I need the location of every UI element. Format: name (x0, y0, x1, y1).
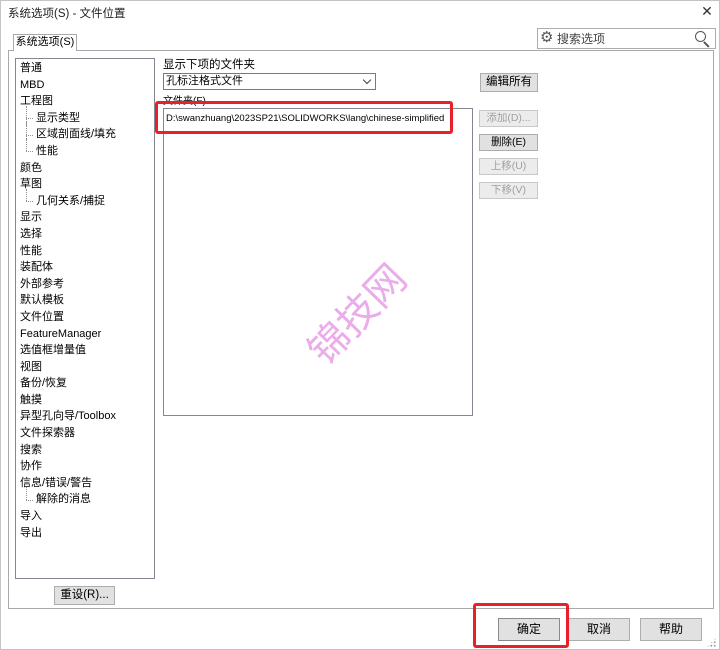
tree-item-import[interactable]: 导入 (16, 508, 154, 525)
tree-item-drawings[interactable]: 工程图 (16, 93, 154, 110)
show-folders-label: 显示下项的文件夹 (163, 59, 255, 71)
tree-item-file-explorer[interactable]: 文件探索器 (16, 425, 154, 442)
folder-path-entry[interactable]: D:\swanzhuang\2023SP21\SOLIDWORKS\lang\c… (166, 112, 444, 125)
help-button[interactable]: 帮助 (640, 618, 702, 641)
folder-type-select[interactable]: 孔标注格式文件 (163, 73, 376, 90)
folders-list-label: 文件夹(F) (163, 96, 206, 107)
gear-icon[interactable]: ⚙ (540, 28, 553, 48)
tree-item-collaboration[interactable]: 协作 (16, 458, 154, 475)
folders-list[interactable]: D:\swanzhuang\2023SP21\SOLIDWORKS\lang\c… (163, 108, 473, 416)
chevron-down-icon (362, 75, 372, 85)
tree-item-search[interactable]: 搜索 (16, 442, 154, 459)
tree-item-file-locations[interactable]: 文件位置 (16, 309, 154, 326)
tree-item-view[interactable]: 视图 (16, 359, 154, 376)
tree-item-drawing-performance[interactable]: 性能 (16, 139, 154, 160)
tree-item-relations-snaps[interactable]: 几何关系/捕捉 (16, 188, 154, 210)
edit-all-button[interactable]: 编辑所有 (480, 73, 538, 92)
tree-item-area-hatch-fill[interactable]: 区域剖面线/填充 (16, 122, 154, 143)
move-down-button[interactable]: 下移(V) (479, 182, 538, 199)
add-folder-button[interactable]: 添加(D)... (479, 110, 538, 127)
tree-item-touch[interactable]: 触摸 (16, 392, 154, 409)
ok-button[interactable]: 确定 (498, 618, 560, 641)
tree-item-sketch[interactable]: 草图 (16, 176, 154, 193)
search-input[interactable] (557, 30, 693, 47)
search-box: ⚙ (537, 28, 716, 49)
close-icon[interactable]: ✕ (698, 2, 716, 20)
tree-item-backup-recover[interactable]: 备份/恢复 (16, 375, 154, 392)
folder-type-value: 孔标注格式文件 (166, 75, 243, 87)
delete-folder-button[interactable]: 删除(E) (479, 134, 538, 151)
tree-item-hole-wizard-toolbox[interactable]: 异型孔向导/Toolbox (16, 408, 154, 425)
tree-item-display-style[interactable]: 显示类型 (16, 105, 154, 127)
tab-system-options[interactable]: 系统选项(S) (13, 34, 77, 51)
tree-item-general[interactable]: 普通 (16, 60, 154, 77)
search-icon[interactable] (695, 31, 711, 48)
cancel-button[interactable]: 取消 (568, 618, 630, 641)
options-tree: 普通 MBD 工程图 显示类型 区域剖面线/填充 性能 颜色 草图 几何关系/捕… (15, 58, 155, 579)
tree-item-dismissed-messages[interactable]: 解除的消息 (16, 487, 154, 508)
resize-grip[interactable] (706, 637, 717, 648)
tree-item-selection[interactable]: 选择 (16, 226, 154, 243)
tree-item-messages-errors-warnings[interactable]: 信息/错误/警告 (16, 475, 154, 492)
system-options-dialog: 系统选项(S) - 文件位置 ✕ ⚙ 系统选项(S) 普通 MBD 工程图 显示… (0, 0, 720, 650)
tree-item-performance[interactable]: 性能 (16, 243, 154, 260)
reset-button[interactable]: 重设(R)... (54, 586, 115, 605)
tree-item-colors[interactable]: 颜色 (16, 160, 154, 177)
tree-item-assemblies[interactable]: 装配体 (16, 259, 154, 276)
tree-item-external-references[interactable]: 外部参考 (16, 276, 154, 293)
move-up-button[interactable]: 上移(U) (479, 158, 538, 175)
tree-item-spin-box-increments[interactable]: 选值框增量值 (16, 342, 154, 359)
tree-item-feature-manager[interactable]: FeatureManager (16, 326, 154, 343)
tree-item-export[interactable]: 导出 (16, 525, 154, 542)
window-title: 系统选项(S) - 文件位置 (8, 8, 126, 20)
tree-item-display[interactable]: 显示 (16, 209, 154, 226)
tree-item-default-templates[interactable]: 默认模板 (16, 292, 154, 309)
tree-item-mbd[interactable]: MBD (16, 77, 154, 94)
